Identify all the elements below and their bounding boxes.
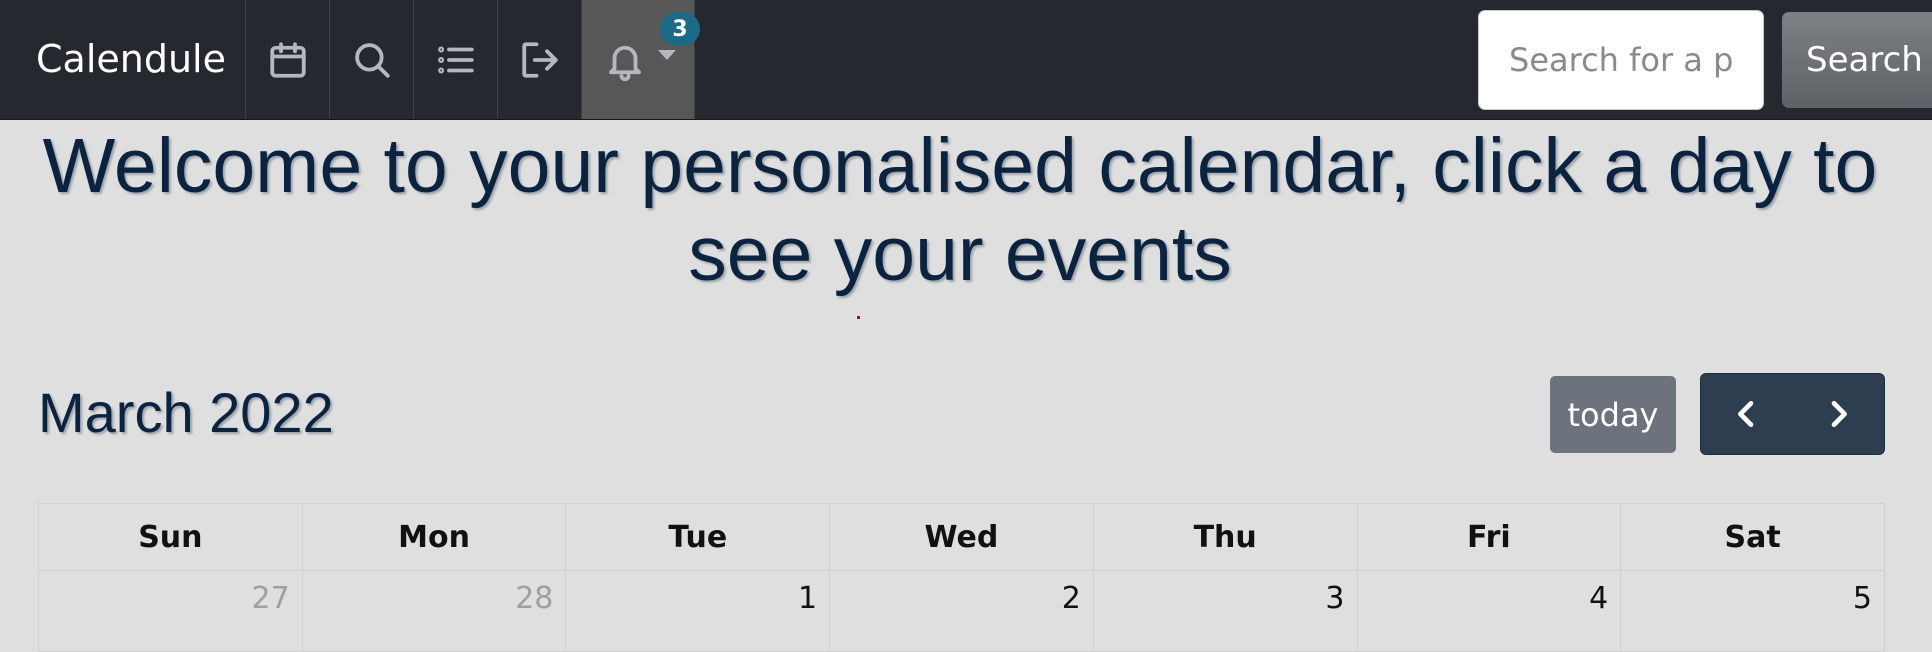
- red-dot: [857, 316, 860, 319]
- search-button[interactable]: Search: [1782, 12, 1932, 108]
- weekday-header: Tue: [565, 503, 831, 571]
- day-cell[interactable]: 4: [1356, 570, 1622, 652]
- chevron-left-icon: [1737, 401, 1754, 427]
- calendar-icon: [270, 41, 306, 78]
- page-heading: Welcome to your personalised calendar, c…: [42, 123, 1878, 297]
- search-input[interactable]: [1478, 10, 1764, 110]
- day-cell[interactable]: 27: [38, 570, 303, 652]
- weekday-header: Wed: [829, 503, 1094, 571]
- weekday-header: Sun: [38, 503, 303, 571]
- weekday-header: Sat: [1620, 503, 1885, 571]
- notification-badge: 3: [660, 12, 700, 46]
- notifications-dropdown[interactable]: 3: [581, 0, 700, 119]
- week-row: 27 28 1 2 3 4 5: [38, 570, 1885, 652]
- chevron-down-icon: [658, 50, 676, 60]
- search-icon: [355, 42, 390, 78]
- calendar-grid: Sun Mon Tue Wed Thu Fri Sat 27 28 1 2 3 …: [38, 503, 1885, 652]
- logout-icon: [522, 41, 558, 78]
- nav-search[interactable]: [329, 0, 414, 119]
- list-icon: [438, 46, 474, 73]
- month-title: March 2022: [38, 381, 334, 444]
- day-cell[interactable]: 28: [301, 570, 567, 652]
- weekday-header: Thu: [1092, 503, 1358, 571]
- day-cell[interactable]: 2: [829, 570, 1094, 652]
- weekday-header: Fri: [1356, 503, 1622, 571]
- chevron-right-icon: [1831, 401, 1848, 427]
- nav-calendar[interactable]: [245, 0, 330, 119]
- weekday-header: Mon: [301, 503, 567, 571]
- nav-logout[interactable]: [497, 0, 582, 119]
- brand-logo[interactable]: Calendule: [36, 0, 226, 119]
- weekday-header-row: Sun Mon Tue Wed Thu Fri Sat: [38, 503, 1885, 571]
- nav-list[interactable]: [413, 0, 498, 119]
- month-nav-group: [1700, 373, 1885, 455]
- today-button[interactable]: today: [1550, 376, 1676, 453]
- next-month-button[interactable]: [1793, 374, 1885, 454]
- day-cell[interactable]: 3: [1092, 570, 1358, 652]
- day-cell[interactable]: 1: [565, 570, 831, 652]
- bell-icon: [609, 45, 641, 81]
- day-cell[interactable]: 5: [1620, 570, 1885, 652]
- top-navbar: Calendule 3 Search for a person Search: [0, 0, 1932, 120]
- prev-month-button[interactable]: [1701, 374, 1793, 454]
